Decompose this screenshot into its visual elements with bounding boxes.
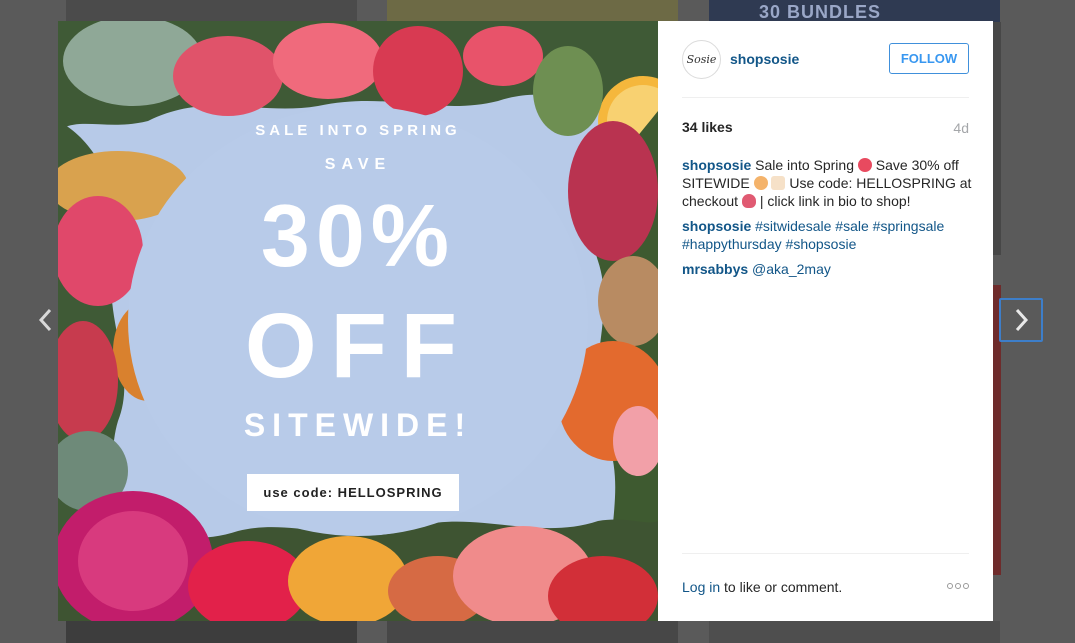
promo-code-box: use code: HELLOSPRING (247, 474, 459, 511)
feed-tile: 30 BUNDLES (709, 0, 1000, 22)
post-image[interactable]: SALE INTO SPRING SAVE 30% OFF SITEWIDE! … (58, 21, 658, 621)
more-dot-icon (955, 583, 961, 589)
feed-tile (66, 621, 357, 643)
promo-percent: 30% (260, 186, 456, 285)
hashtag-link[interactable]: #sitwidesale (755, 218, 831, 234)
login-link[interactable]: Log in (682, 579, 720, 595)
promo-off: OFF (245, 295, 471, 397)
skin-tone-emoji-icon (771, 176, 786, 190)
likes-count[interactable]: 34 likes (682, 119, 733, 135)
comments-list: shopsosie Sale into Spring Save 30% off … (682, 156, 972, 285)
promo-sitewide: SITEWIDE! (243, 407, 473, 443)
chevron-left-icon (38, 308, 52, 332)
comment-username-link[interactable]: mrsabbys (682, 261, 748, 277)
post-modal: SALE INTO SPRING SAVE 30% OFF SITEWIDE! … (58, 21, 993, 621)
caption: shopsosie Sale into Spring Save 30% off … (682, 156, 972, 210)
feed-tile (387, 621, 678, 643)
post-header: Sosie shopsosie FOLLOW (682, 40, 969, 98)
next-post-button[interactable] (999, 298, 1043, 342)
promo-headline: SALE INTO SPRING (255, 122, 461, 139)
login-prompt: Log in to like or comment. (682, 579, 842, 595)
hibiscus-emoji-icon (857, 158, 872, 172)
caption-text: | click link in bio to shop! (759, 193, 911, 209)
post-details-panel: Sosie shopsosie FOLLOW 34 likes 4d shops… (658, 21, 993, 621)
hashtag-link[interactable]: #happythursday (682, 236, 782, 252)
hashtag-link[interactable]: #shopsosie (786, 236, 857, 252)
caption-username-link[interactable]: shopsosie (682, 157, 751, 173)
comment-username-link[interactable]: shopsosie (682, 218, 751, 234)
avatar-logo-text: Sosie (686, 53, 717, 66)
feed-tile (387, 0, 678, 22)
post-footer: Log in to like or comment. (682, 553, 969, 621)
promo-text: SALE INTO SPRING SAVE 30% OFF SITEWIDE! … (58, 21, 658, 621)
avatar[interactable]: Sosie (682, 40, 721, 79)
face-emoji-icon (753, 176, 768, 190)
follow-button[interactable]: FOLLOW (889, 43, 969, 74)
tulip-emoji-icon (741, 194, 756, 208)
caption-text: Sale into Spring (755, 157, 854, 173)
author-username-link[interactable]: shopsosie (730, 51, 799, 67)
hashtag-link[interactable]: #springsale (873, 218, 945, 234)
more-dot-icon (963, 583, 969, 589)
mention-link[interactable]: @aka_2may (752, 261, 831, 277)
feed-tile (709, 621, 1000, 643)
more-options-button[interactable] (947, 583, 969, 589)
feed-tile (993, 22, 1001, 255)
login-prompt-text: to like or comment. (720, 579, 843, 595)
feed-tile (66, 0, 357, 22)
feed-tile-text: 30 BUNDLES (759, 2, 882, 22)
promo-save: SAVE (324, 156, 392, 173)
chevron-right-icon (1015, 308, 1029, 332)
comment-item: mrsabbys @aka_2may (682, 260, 972, 278)
post-age[interactable]: 4d (953, 120, 969, 136)
more-dot-icon (947, 583, 953, 589)
hashtag-link[interactable]: #sale (835, 218, 868, 234)
comment-item: shopsosie #sitwidesale #sale #springsale… (682, 217, 972, 253)
